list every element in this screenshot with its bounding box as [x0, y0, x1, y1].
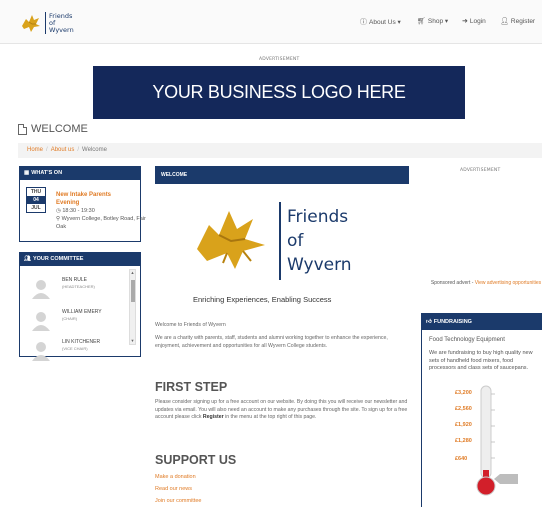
member-role: (CHAIR) [62, 316, 78, 321]
nav-register-label: Register [510, 17, 536, 25]
advertising-opportunities-link[interactable]: View advertising opportunities [475, 280, 541, 286]
member-name: LIN KITCHENER [62, 339, 101, 345]
member-name: BEN RULE [62, 277, 88, 283]
first-step-heading: FIRST STEP [155, 380, 228, 394]
advertisement-label: ADVERTISEMENT [460, 168, 501, 173]
clock-icon: ◷ [56, 208, 61, 214]
nav-about-us-label: About Us ▾ [369, 19, 401, 26]
intro-text: Welcome to Friends of Wyvern [155, 322, 226, 328]
main-logo-line-1: Friends [287, 207, 349, 227]
top-navbar: Friends of Wyvern ⓘ About Us ▾ 🛒︎ Shop ▾… [0, 0, 542, 44]
login-icon: ➜ [462, 18, 468, 25]
tagline: Enriching Experiences, Enabling Success [193, 295, 332, 304]
fundraising-thermometer [476, 385, 518, 496]
thermometer-amount: £2,560 [455, 406, 472, 412]
dragon-logo-icon [22, 15, 40, 32]
fund-project-title: Food Technology Equipment [429, 337, 505, 343]
page-title: WELCOME [31, 123, 88, 135]
event-day: THU [30, 189, 42, 195]
committee-panel: 👥︎ YOUR COMMITTEE BEN RULE (HEADTEACHER)… [19, 252, 141, 361]
breadcrumb-home[interactable]: Home [27, 147, 43, 153]
user-icon: 👤︎ [500, 18, 509, 25]
cart-icon: 🛒︎ [417, 18, 426, 25]
map-pin-icon: ⚲ [56, 216, 61, 222]
sponsored-advert: Sponsored advert - View advertising oppo… [430, 280, 542, 287]
event-date-badge: THU 04 JUL [26, 187, 46, 213]
make-donation-link[interactable]: Make a donation [155, 474, 196, 480]
support-us-heading: SUPPORT US [155, 453, 237, 467]
thermometer-amount: £1,920 [455, 422, 472, 428]
main-logo-text: Friends of Wyvern [287, 205, 352, 277]
nav-login[interactable]: ➜ Login [462, 17, 486, 26]
event-date: 04 [27, 196, 45, 204]
thumbs-up-icon: 👍︎ [426, 319, 432, 325]
committee-member[interactable]: LIN KITCHENER (VICE CHAIR) [26, 335, 136, 365]
fundraising-header: 👍︎ FUNDRAISING [422, 314, 542, 330]
fund-description: We are fundraising to buy high quality n… [429, 350, 533, 371]
sponsored-text: Sponsored advert - [430, 280, 475, 286]
nav-shop-label: Shop ▾ [427, 18, 449, 25]
breadcrumb-about-us[interactable]: About us [51, 147, 75, 153]
document-icon [18, 123, 27, 135]
committee-scrollbar[interactable]: ▲ ▼ [129, 269, 136, 345]
register-bold: Register [202, 414, 224, 420]
fundraising-title: FUNDRAISING [433, 319, 472, 325]
thermometer-amount: £3,200 [455, 390, 472, 396]
logo-line-3: Wyvern [49, 25, 74, 34]
group-icon: 👥︎ [24, 256, 31, 262]
intro-paragraph: We are a charity with parents, staff, st… [155, 335, 388, 349]
whats-on-panel: ▦ WHAT'S ON THU 04 JUL New Intake Parent… [19, 166, 146, 242]
dragon-logo-icon [197, 211, 265, 269]
welcome-section-header: WELCOME [155, 166, 409, 184]
committee-member[interactable]: WILLIAM EMERY (CHAIR) [26, 305, 136, 335]
scrollbar-thumb[interactable] [131, 280, 135, 302]
scroll-down-icon[interactable]: ▼ [130, 338, 135, 344]
main-logo-line-3: Wyvern [287, 255, 352, 275]
info-icon: ⓘ [360, 19, 367, 26]
site-logo[interactable]: Friends of Wyvern [20, 10, 95, 36]
nav-shop[interactable]: 🛒︎ Shop ▾ [417, 17, 448, 25]
committee-member[interactable]: BEN RULE (HEADTEACHER) [26, 273, 136, 303]
breadcrumb-current: Welcome [82, 147, 107, 153]
member-role: (VICE CHAIR) [62, 346, 88, 351]
avatar-placeholder-icon [32, 280, 50, 299]
first-step-paragraph: Please consider signing up for a free ac… [155, 399, 410, 422]
member-name: WILLIAM EMERY [62, 309, 102, 315]
thermometer-amount: £1,280 [455, 438, 472, 444]
member-role: (HEADTEACHER) [62, 284, 95, 289]
calendar-icon: ▦ [24, 170, 30, 176]
event-time: 18:30 - 19:30 [62, 208, 95, 214]
advert-banner[interactable]: YOUR BUSINESS LOGO HERE [93, 66, 465, 119]
advertisement-label: ADVERTISEMENT [259, 57, 300, 62]
main-logo-line-2: of [287, 231, 304, 251]
avatar-placeholder-icon [32, 312, 50, 331]
read-news-link[interactable]: Read our news [155, 486, 192, 492]
event-month: JUL [31, 205, 41, 211]
scroll-up-icon[interactable]: ▲ [130, 270, 135, 276]
nav-about-us[interactable]: ⓘ About Us ▾ [360, 17, 401, 27]
committee-header: 👥︎ YOUR COMMITTEE [20, 253, 140, 266]
avatar-placeholder-icon [32, 342, 50, 361]
thermometer-amount: £640 [455, 456, 468, 462]
page: Friends of Wyvern ⓘ About Us ▾ 🛒︎ Shop ▾… [0, 0, 542, 507]
nav-register[interactable]: 👤︎ Register [500, 17, 536, 26]
join-committee-link[interactable]: Join our committee [155, 498, 201, 504]
committee-title: YOUR COMMITTEE [32, 256, 84, 262]
whats-on-header: ▦ WHAT'S ON [20, 167, 140, 180]
logo-divider [279, 202, 281, 280]
whats-on-title: WHAT'S ON [31, 170, 63, 176]
nav-login-label: Login [469, 17, 486, 25]
page-heading: WELCOME [18, 123, 88, 135]
first-step-text-b: in the menu at the top right of this pag… [223, 414, 317, 420]
event-time-row: ◷ 18:30 - 19:30 [56, 207, 146, 215]
event-title[interactable]: New Intake Parents Evening [56, 191, 136, 207]
logo-divider [45, 12, 46, 34]
breadcrumb: Home / About us / Welcome [18, 143, 542, 158]
event-location-row: ⚲ Wyvern College, Botley Road, Fair Oak [56, 215, 146, 231]
logo-text: Friends of Wyvern [49, 12, 74, 34]
event-location: Wyvern College, Botley Road, Fair Oak [56, 216, 146, 230]
